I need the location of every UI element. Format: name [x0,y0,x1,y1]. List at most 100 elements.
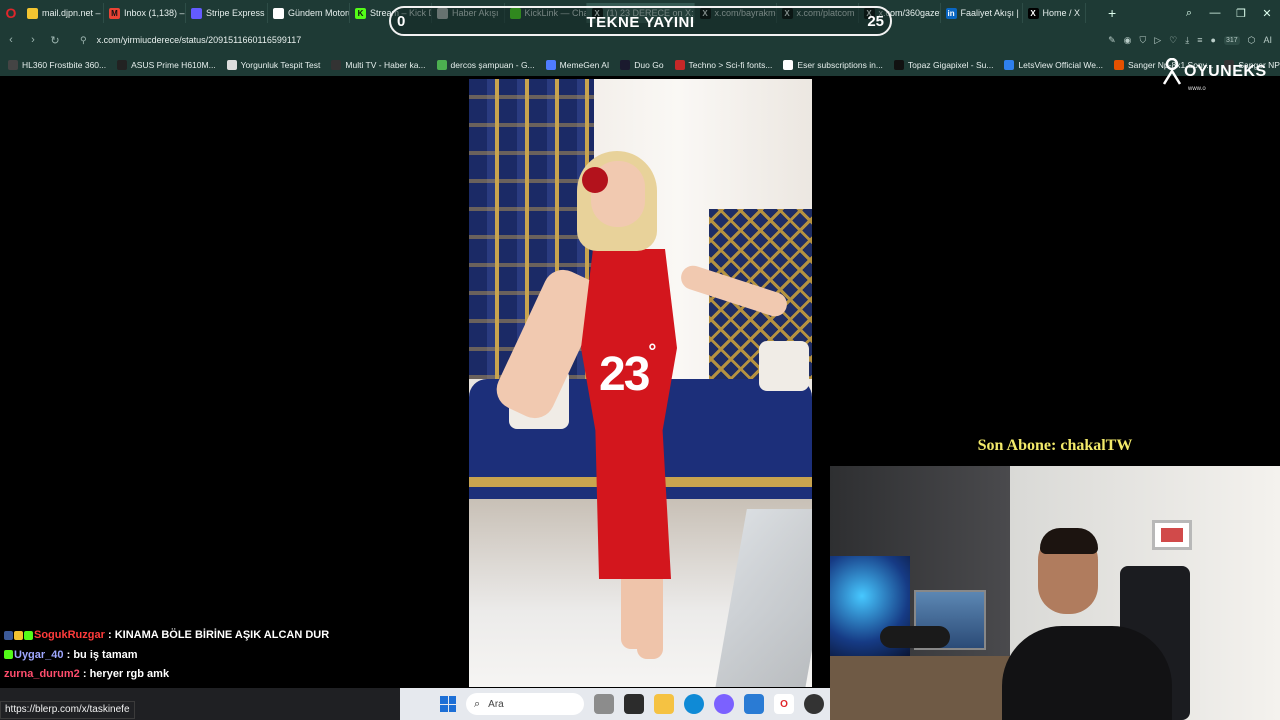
taskbar-search[interactable]: ⌕ Ara [466,693,584,715]
webcam-person-body [1002,626,1172,720]
browser-tab[interactable]: X Home / X [1023,3,1087,23]
webcam-person-hair [1040,528,1098,554]
extensions-icon[interactable]: ⬡ [1248,35,1256,46]
tab-label: Gündem Motoru [288,8,350,18]
webcam-wall-frame [1152,520,1192,550]
stream-title: TEKNE YAYINI [586,14,695,31]
chat-badge-icon [4,650,13,660]
app-icon[interactable] [624,694,644,714]
bookmark-favicon-icon [226,60,237,70]
tab-favicon-icon: X [1027,7,1039,19]
bookmark-favicon-icon [620,60,631,70]
reader-count-badge[interactable]: 317 [1223,35,1240,45]
taskbar-search-placeholder: Ara [488,698,504,710]
close-button[interactable]: ✕ [1254,7,1280,20]
bookmark-item[interactable]: MemeGen AI [545,60,609,70]
stream-title-banner: 0 TEKNE YAYINI 25 [389,6,892,36]
back-button[interactable]: ‹ [0,34,22,46]
bookmark-item[interactable]: Eser subscriptions in... [783,60,883,70]
maximize-button[interactable]: ❐ [1228,7,1254,20]
menu-icon[interactable]: ≡ [1197,35,1202,45]
chat-badges [4,646,14,666]
tab-label: Faaliyet Akışı | Lin [960,8,1022,18]
store-icon[interactable] [744,694,764,714]
video-pillow [759,341,809,391]
chat-badge-icon [4,630,13,640]
bookmark-item[interactable]: Multi TV - Haber ka... [331,60,426,70]
play-icon[interactable]: ▷ [1154,35,1161,46]
chat-username[interactable]: zurna_durum2 [4,668,80,680]
bookmark-item[interactable]: HL360 Frostbite 360... [8,60,106,70]
window-controls: ⌕ — ❐ ✕ [1176,0,1280,26]
windows-start-icon[interactable] [440,696,456,712]
chat-badge-icon [24,630,33,640]
task-view-icon[interactable] [594,694,614,714]
bookmark-item[interactable]: Duo Go [620,60,664,70]
bookmark-favicon-icon [117,60,128,70]
site-info-icon[interactable]: ⚲ [80,35,87,46]
brand-url: www.o [1188,86,1206,92]
bookmark-favicon-icon [545,60,556,70]
reload-button[interactable]: ↻ [44,34,66,47]
bookmark-item[interactable]: LetsView Official We... [1004,60,1103,70]
heart-icon[interactable]: ♡ [1169,35,1177,46]
browser-tab[interactable]: Stripe Express – I [186,3,268,23]
chat-username[interactable]: Uygar_40 [14,649,64,661]
tab-favicon-icon: K [355,7,366,19]
url-text: x.com/yirmiucderece/status/2091511660116… [96,35,302,45]
chat-message: zurna_durum2 : heryer rgb amk [4,665,404,685]
file-explorer-icon[interactable] [654,694,674,714]
tab-favicon-icon [273,7,284,19]
shield-icon[interactable]: ⛉ [1139,35,1146,46]
watermark-number: 23 [599,348,650,401]
edit-icon[interactable]: ✎ [1108,35,1116,46]
bookmark-item[interactable]: Techno > Sci-fi fonts... [674,60,773,70]
browser-tab[interactable]: M Inbox (1,138) – k [104,3,186,23]
bookmark-label: dercos şampuan - G... [450,60,535,70]
obs-icon[interactable] [804,694,824,714]
video-player[interactable]: 23° [469,79,812,687]
ai-button[interactable]: AI [1263,35,1272,45]
bookmarks-bar: HL360 Frostbite 360... ASUS Prime H610M..… [0,54,1280,76]
video-flower [582,167,608,193]
bookmark-label: Duo Go [634,60,664,70]
minimize-button[interactable]: — [1202,7,1228,19]
tab-label: Stripe Express – I [206,8,267,18]
url-field[interactable]: ⚲ x.com/yirmiucderece/status/20915116601… [80,35,301,46]
new-tab-button[interactable]: + [1102,3,1122,23]
chat-separator: : [104,629,115,641]
bookmark-item[interactable]: dercos şampuan - G... [436,60,535,70]
camera-icon[interactable]: ◉ [1124,35,1132,46]
chat-message: SogukRuzgar : KINAMA BÖLE BİRİNE AŞIK AL… [4,626,404,646]
forward-button[interactable]: › [22,34,44,46]
bookmark-item[interactable]: ASUS Prime H610M... [117,60,216,70]
opera-icon[interactable]: O [0,0,22,26]
chat-username[interactable]: SogukRuzgar [34,629,105,641]
chat-text: KINAMA BÖLE BİRİNE AŞIK ALCAN DUR [114,629,330,641]
chat-badge-icon [14,630,23,640]
browser-tab[interactable]: inFaaliyet Akışı | Lin [941,3,1023,23]
profile-icon[interactable]: ● [1211,35,1216,45]
edge-icon[interactable] [684,694,704,714]
chat-text: bu iş tamam [73,648,138,661]
tab-favicon-icon [27,7,38,19]
score-right: 25 [867,13,884,30]
bookmark-label: LetsView Official We... [1018,60,1104,70]
download-icon[interactable]: ⤓ [1185,35,1189,46]
browser-tab[interactable]: mail.djpn.net – m [22,3,104,23]
bookmark-label: ASUS Prime H610M... [131,60,216,70]
bookmark-label: Yorgunluk Tespit Test [240,60,321,70]
opera-taskbar-icon[interactable]: O [774,694,794,714]
search-tabs-icon[interactable]: ⌕ [1176,7,1202,20]
bookmark-item[interactable]: Topaz Gigapixel - Su... [893,60,993,70]
bookmark-item[interactable]: Yorgunluk Tespit Test [226,60,321,70]
copilot-icon[interactable] [714,694,734,714]
video-watermark: 23° [599,341,656,402]
taskbar: ⌕ Ara O [400,688,830,720]
bookmark-favicon-icon [783,60,794,70]
chat-text: heryer rgb amk [89,668,170,680]
tab-favicon-icon [191,7,202,19]
bookmark-favicon-icon [1114,60,1125,70]
browser-tab[interactable]: Gündem Motoru [268,3,350,23]
bookmark-label: Techno > Sci-fi fonts... [688,60,773,70]
